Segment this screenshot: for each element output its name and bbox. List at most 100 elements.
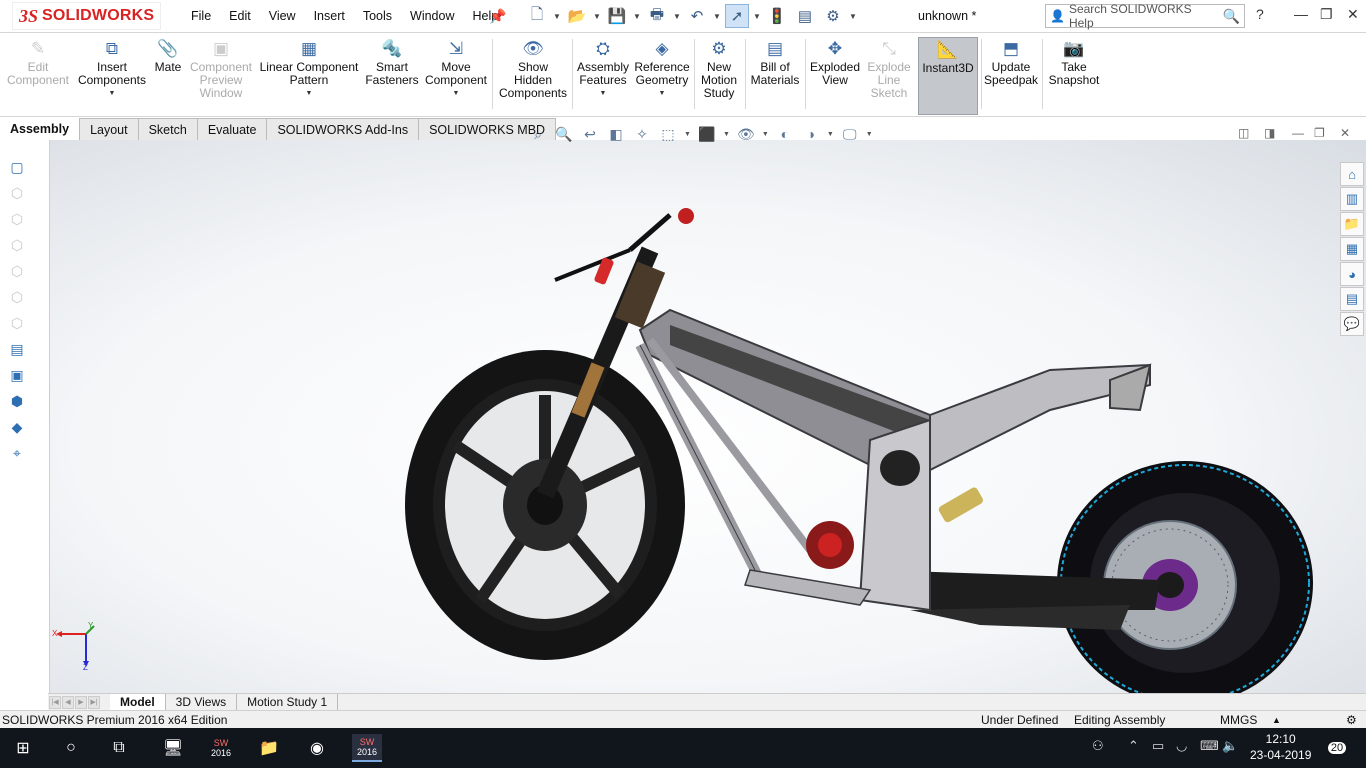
view-orientation-icon[interactable]: ⬚ (658, 124, 678, 144)
tab-evaluate[interactable]: Evaluate (197, 118, 268, 140)
search-icon[interactable]: ○ (56, 734, 86, 762)
close-button[interactable]: ✕ (1347, 6, 1359, 23)
explode-line-sketch-button[interactable]: ⤡ Explode Line Sketch (864, 37, 914, 100)
zoom-to-fit-icon[interactable]: ⌕ (528, 124, 548, 144)
appearances-icon[interactable]: ◕ (1340, 262, 1364, 286)
print-dropdown-icon[interactable]: ▼ (673, 12, 681, 21)
volume-icon[interactable]: 🔈 (1222, 738, 1238, 754)
search-icon[interactable]: 🔍 (1223, 8, 1240, 25)
file-explorer-icon[interactable]: 📁 (1340, 212, 1364, 236)
assembly-icon[interactable]: ⬢ (6, 390, 28, 412)
edit-component-button[interactable]: ✎ Edit Component (6, 37, 70, 87)
battery-icon[interactable]: ▭ (1152, 738, 1164, 754)
apply-scene-icon[interactable]: ◑ (801, 124, 821, 144)
custom-properties-icon[interactable]: ▤ (1340, 287, 1364, 311)
reference-geometry-dropdown-icon[interactable]: ▼ (633, 87, 691, 100)
prev-tab-icon[interactable]: ◀ (62, 695, 74, 709)
options-gear-icon[interactable]: ⚙ (821, 4, 845, 28)
display-style-icon[interactable]: ⬛ (697, 124, 717, 144)
toolbar-part-icon[interactable]: ⬡ (6, 286, 28, 308)
graphics-area[interactable] (50, 140, 1366, 705)
section-view-icon[interactable]: ◧ (606, 124, 626, 144)
reference-geometry-button[interactable]: ◈ Reference Geometry ▼ (633, 37, 691, 100)
previous-view-icon[interactable]: ↩ (580, 124, 600, 144)
new-motion-study-button[interactable]: ⚙ New Motion Study (697, 37, 741, 100)
viewport-minimize-button[interactable]: — (1292, 126, 1304, 140)
view-palette-icon[interactable]: ▦ (1340, 237, 1364, 261)
help-search-box[interactable]: 👤 Search SOLIDWORKS Help 🔍 (1045, 2, 1245, 30)
zoom-to-area-icon[interactable]: 🔍 (554, 124, 574, 144)
menu-window[interactable]: Window (401, 9, 463, 23)
update-speedpak-button[interactable]: ⬒ Update Speedpak (984, 37, 1038, 87)
display-style-dropdown-icon[interactable]: ▼ (723, 131, 730, 138)
print-icon[interactable]: 🖶 (645, 4, 669, 28)
hide-show-items-icon[interactable]: 👁 (736, 124, 756, 144)
viewport-tile-left-icon[interactable]: ◫ (1238, 126, 1249, 140)
toolbar-part-icon[interactable]: ⬡ (6, 260, 28, 282)
cube-icon[interactable]: ◆ (6, 416, 28, 438)
move-component-dropdown-icon[interactable]: ▼ (424, 87, 488, 100)
undo-icon[interactable]: ↶ (685, 4, 709, 28)
unit-system-selector[interactable]: MMGS (1220, 713, 1257, 727)
move-component-button[interactable]: ⇲ Move Component ▼ (424, 37, 488, 100)
people-icon[interactable]: ⚇ (1092, 738, 1104, 754)
toolbar-part-icon[interactable]: ⬡ (6, 234, 28, 256)
3d-view-icon[interactable]: ▢ (6, 156, 28, 178)
smart-fasteners-button[interactable]: 🔩 Smart Fasteners (364, 37, 420, 87)
menu-view[interactable]: View (260, 9, 305, 23)
notification-center-icon[interactable]: 20 (1322, 734, 1352, 762)
windows-start-icon[interactable]: ⊞ (8, 734, 38, 762)
mate-button[interactable]: 📎 Mate (150, 37, 186, 74)
this-pc-icon[interactable]: 🖥 (158, 734, 188, 762)
exploded-view-button[interactable]: ✥ Exploded View (808, 37, 862, 87)
view-settings-dropdown-icon[interactable]: ▼ (866, 131, 873, 138)
component-icon[interactable]: ▣ (6, 364, 28, 386)
assembly-features-dropdown-icon[interactable]: ▼ (575, 87, 631, 100)
menu-insert[interactable]: Insert (305, 9, 354, 23)
home-icon[interactable]: ⌂ (1340, 162, 1364, 186)
select-pointer-icon[interactable]: ➚ (725, 4, 749, 28)
toolbar-part-icon[interactable]: ⬡ (6, 208, 28, 230)
select-dropdown-icon[interactable]: ▼ (753, 12, 761, 21)
tab-assembly[interactable]: Assembly (0, 118, 81, 140)
viewport-restore-button[interactable]: ❐ (1314, 126, 1325, 140)
status-options-icon[interactable]: ⚙ (1346, 713, 1357, 727)
viewport-tile-right-icon[interactable]: ◨ (1264, 126, 1275, 140)
tab-motion-study-1[interactable]: Motion Study 1 (237, 693, 339, 711)
component-preview-window-button[interactable]: ▣ Component Preview Window (188, 37, 254, 100)
rebuild-traffic-light-icon[interactable]: 🚦 (765, 4, 789, 28)
menu-edit[interactable]: Edit (220, 9, 260, 23)
save-dropdown-icon[interactable]: ▼ (633, 12, 641, 21)
layer-icon[interactable]: ▤ (6, 338, 28, 360)
undo-dropdown-icon[interactable]: ▼ (713, 12, 721, 21)
toolbar-part-icon[interactable]: ⬡ (6, 312, 28, 334)
hide-show-dropdown-icon[interactable]: ▼ (762, 131, 769, 138)
new-document-icon[interactable]: 🗋 (525, 4, 549, 28)
last-tab-icon[interactable]: ▶| (88, 695, 100, 709)
solidworks-active-taskbar-app[interactable]: SW 2016 (352, 734, 382, 762)
options-dropdown-icon[interactable]: ▼ (849, 12, 857, 21)
solidworks-logo[interactable]: 3S SOLIDWORKS (12, 2, 162, 30)
menu-tools[interactable]: Tools (354, 9, 401, 23)
linear-pattern-dropdown-icon[interactable]: ▼ (258, 87, 360, 100)
instant3d-button[interactable]: 📐 Instant3D (918, 37, 978, 115)
scene-dropdown-icon[interactable]: ▼ (827, 131, 834, 138)
menu-file[interactable]: File (182, 9, 220, 23)
dynamic-annotation-icon[interactable]: ✧ (632, 124, 652, 144)
tab-layout[interactable]: Layout (80, 118, 139, 140)
tab-3d-views[interactable]: 3D Views (166, 693, 238, 711)
tab-model[interactable]: Model (110, 693, 166, 711)
linear-component-pattern-button[interactable]: ▦ Linear Component Pattern ▼ (258, 37, 360, 100)
insert-components-dropdown-icon[interactable]: ▼ (76, 87, 148, 100)
restore-button[interactable]: ❐ (1320, 6, 1333, 23)
file-explorer-icon[interactable]: 📁 (254, 734, 284, 762)
view-orientation-dropdown-icon[interactable]: ▼ (684, 131, 691, 138)
search-input[interactable]: Search SOLIDWORKS Help (1069, 2, 1219, 30)
system-clock[interactable]: 12:10 23-04-2019 (1250, 731, 1311, 763)
show-hidden-icons-icon[interactable]: ⌃ (1128, 738, 1139, 754)
take-snapshot-button[interactable]: 📷 Take Snapshot (1046, 37, 1102, 87)
input-indicator-icon[interactable]: ⌨ (1200, 738, 1219, 754)
edit-appearance-icon[interactable]: ◐ (775, 124, 795, 144)
tab-sketch[interactable]: Sketch (138, 118, 198, 140)
unit-system-up-icon[interactable]: ▲ (1272, 715, 1281, 725)
